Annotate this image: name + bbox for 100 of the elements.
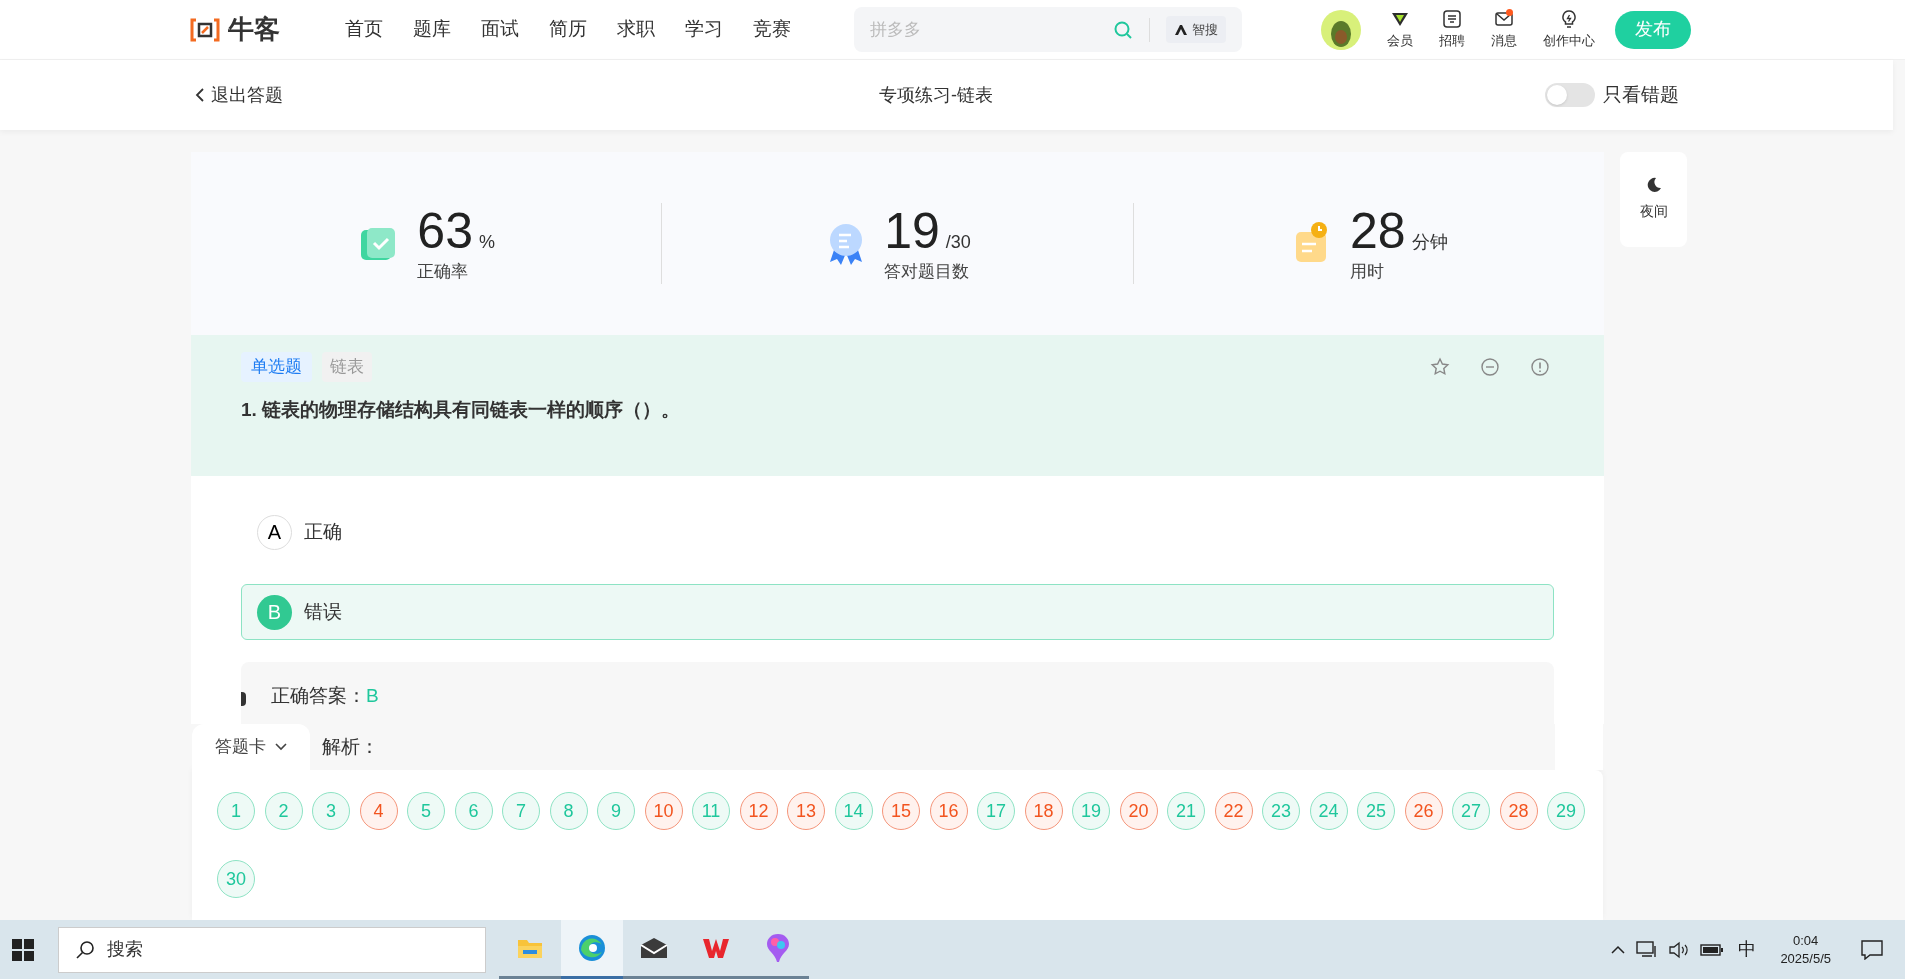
minus-circle-icon[interactable]: [1480, 356, 1500, 377]
clock[interactable]: 0:04 2025/5/5: [1780, 931, 1831, 968]
browser-icon: [578, 934, 606, 962]
answer-value: B: [366, 684, 379, 708]
question-number-button[interactable]: 17: [977, 792, 1015, 830]
question-number-button[interactable]: 8: [549, 792, 588, 830]
answer-label: 正确答案：: [271, 684, 366, 708]
star-icon[interactable]: [1430, 356, 1450, 377]
nav-icon-button[interactable]: 招聘: [1439, 8, 1465, 51]
question-number-button[interactable]: 25: [1357, 792, 1395, 830]
question-number-button[interactable]: 7: [502, 792, 540, 830]
question-number-button[interactable]: 19: [1072, 792, 1110, 830]
option-text: 错误: [304, 599, 342, 624]
info-circle-icon[interactable]: [1530, 356, 1550, 377]
page-title: 专项练习-链表: [878, 83, 994, 107]
stat-value: 63: [417, 202, 473, 259]
battery-icon[interactable]: [1700, 942, 1725, 957]
question-number-button[interactable]: 24: [1309, 792, 1348, 830]
question-number-button[interactable]: 22: [1214, 792, 1253, 830]
logo-text: 牛客: [228, 13, 280, 46]
option-text: 正确: [304, 519, 342, 544]
recruit-icon: [1442, 8, 1462, 29]
stat-value: 19: [884, 202, 940, 259]
question-number-button[interactable]: 13: [787, 792, 825, 830]
toggle-label: 只看错题: [1603, 82, 1679, 107]
question-number-button[interactable]: 27: [1452, 792, 1490, 830]
question-type-tag: 单选题: [241, 352, 312, 382]
nav-link[interactable]: 求职: [617, 15, 655, 44]
nav-link[interactable]: 首页: [345, 15, 383, 44]
paint-drop-icon: [766, 933, 790, 963]
answer-option[interactable]: B 错误: [241, 584, 1554, 640]
option-letter: B: [257, 594, 292, 630]
analysis-label: 解析：: [322, 734, 379, 759]
nav-link[interactable]: 简历: [549, 15, 587, 44]
nav-link[interactable]: 学习: [685, 15, 723, 44]
chevron-down-icon: [273, 742, 288, 752]
avatar-icon[interactable]: [1321, 9, 1361, 50]
nav-icon-button[interactable]: 会员: [1387, 8, 1413, 51]
question-number-button[interactable]: 23: [1262, 792, 1300, 830]
question-number-button[interactable]: 9: [597, 792, 635, 830]
chevron-up-icon[interactable]: [1610, 943, 1627, 956]
notification-icon[interactable]: [1861, 939, 1883, 960]
clock-date: 2025/5/5: [1780, 949, 1831, 968]
question-number-button[interactable]: 15: [882, 792, 920, 830]
nav-link[interactable]: 竞赛: [753, 15, 791, 44]
question-number-button[interactable]: 10: [644, 792, 683, 830]
moon-icon: [1645, 177, 1662, 193]
windows-start-icon[interactable]: [12, 938, 34, 961]
stat-label: 用时: [1350, 260, 1385, 283]
night-mode-button[interactable]: 夜间: [1620, 152, 1687, 247]
question-number-button[interactable]: 21: [1167, 792, 1205, 830]
search-input[interactable]: 拼多多: [870, 16, 1113, 43]
publish-button[interactable]: 发布: [1615, 10, 1691, 49]
question-number-button[interactable]: 16: [929, 792, 968, 830]
question-number-button[interactable]: 4: [359, 792, 398, 830]
clock-time: 0:04: [1793, 931, 1819, 950]
question-number-button[interactable]: 1: [217, 792, 255, 830]
w-logo-icon: [702, 936, 730, 960]
envelope-icon: [640, 937, 668, 959]
stat-label: 正确率: [417, 260, 470, 283]
question-number-button[interactable]: 12: [739, 792, 778, 830]
answer-card-tab[interactable]: 答题卡: [192, 724, 310, 770]
stat-unit: %: [478, 230, 495, 254]
ai-search-button[interactable]: 智搜: [1166, 15, 1226, 44]
chevron-left-icon: [193, 87, 207, 103]
search-field[interactable]: 拼多多 智搜: [854, 7, 1242, 52]
nav-link[interactable]: 题库: [413, 15, 451, 44]
question-number-button[interactable]: 20: [1119, 792, 1158, 830]
input-method-indicator[interactable]: 中: [1738, 936, 1757, 963]
question-number-button[interactable]: 29: [1547, 792, 1585, 830]
stat-unit: 分钟: [1411, 230, 1448, 254]
nav-link[interactable]: 面试: [481, 15, 519, 44]
question-number-button[interactable]: 2: [264, 792, 303, 830]
taskbar-search-field[interactable]: 搜索: [58, 926, 486, 973]
taskbar-search-text: 搜索: [107, 938, 143, 961]
question-number-button[interactable]: 18: [1024, 792, 1063, 830]
question-number-button[interactable]: 30: [217, 860, 255, 898]
question-number-button[interactable]: 3: [312, 792, 350, 830]
network-icon[interactable]: [1636, 940, 1659, 959]
question-number-button[interactable]: 26: [1404, 792, 1443, 830]
question-number-button[interactable]: 5: [407, 792, 445, 830]
speaker-icon[interactable]: [1668, 940, 1691, 959]
wrong-only-toggle[interactable]: [1545, 83, 1595, 107]
lightbulb-icon: [1559, 8, 1579, 29]
question-number-button[interactable]: 14: [834, 792, 873, 830]
search-icon: [75, 939, 95, 960]
logo-icon: [190, 16, 220, 43]
exit-quiz-link[interactable]: 退出答题: [193, 81, 493, 109]
question-text: 1. 链表的物理存储结构具有同链表一样的顺序（）。: [241, 397, 682, 422]
stat-unit: /30: [945, 230, 971, 254]
stat-label: 答对题目数: [884, 260, 971, 283]
question-number-button[interactable]: 11: [692, 792, 730, 830]
bullet-marker: [241, 692, 246, 706]
taskbar-app-button[interactable]: [561, 920, 623, 979]
nav-icon-button[interactable]: 消息: [1491, 8, 1517, 51]
ai-logo-icon: [1174, 23, 1188, 36]
question-number-button[interactable]: 28: [1499, 792, 1538, 830]
topic-tag: 链表: [322, 352, 372, 382]
question-number-button[interactable]: 6: [454, 792, 493, 830]
nav-icon-button[interactable]: 创作中心: [1543, 8, 1595, 51]
